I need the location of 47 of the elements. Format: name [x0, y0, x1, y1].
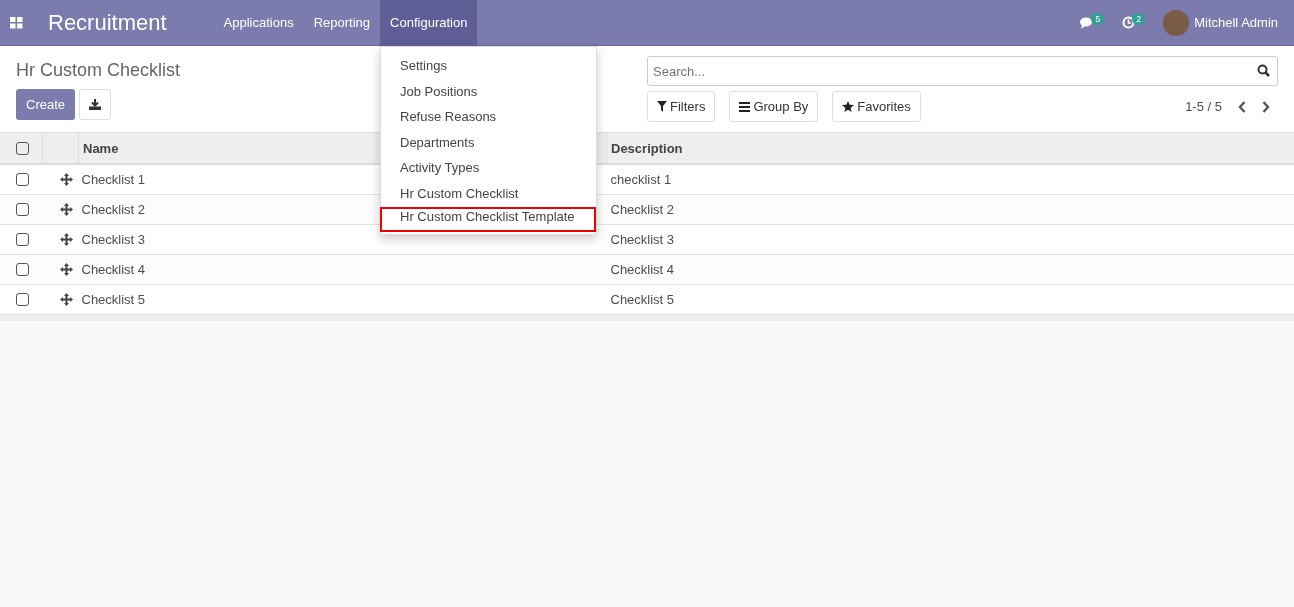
- dropdown-item[interactable]: Job Positions: [380, 78, 596, 105]
- move-handle-icon[interactable]: [59, 263, 73, 276]
- next-page-icon[interactable]: [1262, 100, 1270, 113]
- menu-item[interactable]: Applications: [213, 0, 304, 46]
- select-all-checkbox[interactable]: [16, 141, 29, 155]
- table-cell: Checklist 5: [78, 284, 607, 315]
- dropdown-item[interactable]: Settings: [380, 53, 596, 79]
- search-field[interactable]: Search...: [647, 56, 1278, 86]
- search-icon[interactable]: [1257, 64, 1270, 77]
- row-checkbox[interactable]: [16, 173, 29, 186]
- apps-grid-icon[interactable]: [10, 16, 23, 29]
- row-checkbox[interactable]: [16, 263, 29, 276]
- breadcrumb-title: Hr Custom Checklist: [16, 60, 181, 81]
- column-header[interactable]: Description: [606, 133, 1294, 164]
- previous-page-icon[interactable]: [1238, 100, 1246, 113]
- table-cell: Checklist 2: [606, 194, 1294, 225]
- move-handle-icon[interactable]: [59, 233, 73, 246]
- message-count-badge: 5: [1091, 12, 1105, 25]
- table-cell: Checklist 4: [606, 254, 1294, 285]
- table-cell: Checklist 5: [606, 284, 1294, 315]
- dropdown-item[interactable]: Refuse Reasons: [380, 104, 596, 130]
- table-cell: checklist 1: [606, 164, 1294, 195]
- row-checkbox[interactable]: [16, 203, 29, 216]
- app-title: Recruitment: [48, 9, 167, 36]
- table-cell: Checklist 3: [606, 224, 1294, 255]
- row-checkbox[interactable]: [16, 293, 29, 306]
- table-cell: Checklist 4: [78, 254, 607, 285]
- create-button[interactable]: Create: [16, 89, 76, 120]
- download-button[interactable]: [79, 89, 112, 120]
- menu-item[interactable]: Reporting: [303, 0, 381, 46]
- download-icon: [89, 99, 102, 110]
- pager-value: 1-5 / 5: [1185, 99, 1222, 114]
- list-icon: [739, 101, 751, 112]
- clock-icon: [1122, 16, 1136, 29]
- chat-icon: [1080, 16, 1095, 29]
- row-checkbox[interactable]: [16, 233, 29, 246]
- funnel-icon: [657, 101, 667, 112]
- favorites-button[interactable]: Favorites: [832, 91, 921, 122]
- group-by-button[interactable]: Group By: [729, 91, 819, 122]
- user-name[interactable]: Mitchell Admin: [1194, 15, 1278, 30]
- activity-count-badge: 2: [1132, 12, 1146, 25]
- filters-button[interactable]: Filters: [647, 91, 716, 122]
- move-handle-icon[interactable]: [59, 203, 73, 216]
- move-handle-icon[interactable]: [59, 293, 73, 306]
- menu-item[interactable]: Configuration: [380, 0, 478, 46]
- move-handle-icon[interactable]: [59, 173, 73, 186]
- star-icon: [842, 101, 855, 112]
